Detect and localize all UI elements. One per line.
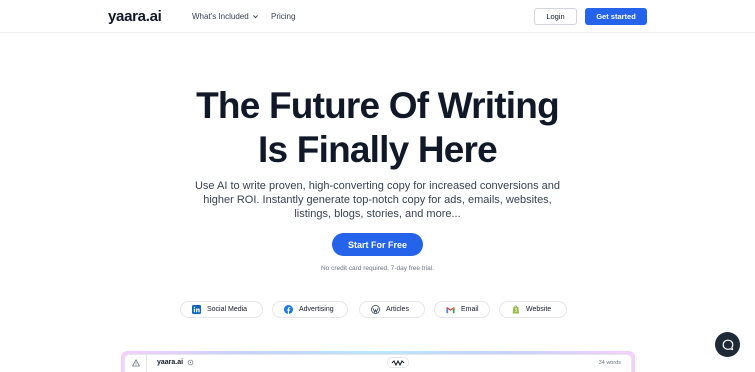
category-articles[interactable]: Articles: [359, 301, 425, 318]
login-button[interactable]: Login: [534, 8, 577, 25]
editor-wave-toggle[interactable]: [387, 357, 409, 368]
hero-title-line1: The Future Of Writing: [196, 85, 560, 126]
nav-whats-included[interactable]: What's Included: [192, 12, 259, 21]
word-count: 34 words: [598, 360, 621, 366]
top-nav-bar: yaara.ai What's Included Pricing Login G…: [0, 0, 755, 33]
chevron-down-icon: [252, 15, 258, 19]
nav-pricing-label: Pricing: [271, 12, 296, 21]
category-advertising[interactable]: Advertising: [272, 301, 348, 318]
hero-title: The Future Of Writing Is Finally Here: [0, 84, 755, 172]
wave-icon: [391, 359, 405, 366]
get-started-button[interactable]: Get started: [585, 8, 647, 25]
linkedin-icon: [192, 305, 201, 314]
gmail-icon: [446, 305, 455, 314]
category-label: Advertising: [299, 306, 334, 313]
hero-title-line2: Is Finally Here: [258, 129, 498, 170]
category-label: Articles: [386, 306, 409, 313]
warning-icon[interactable]: [131, 359, 140, 367]
category-label: Email: [461, 306, 479, 313]
category-website[interactable]: Website: [499, 301, 567, 318]
logo[interactable]: yaara.ai: [108, 8, 162, 25]
cta-note: No credit card required. 7-day free tria…: [320, 265, 435, 272]
category-label: Website: [526, 306, 552, 313]
facebook-icon: [284, 305, 293, 314]
hero-subtitle: Use AI to write proven, high-converting …: [194, 180, 561, 220]
nav-pricing[interactable]: Pricing: [271, 12, 295, 21]
category-email[interactable]: Email: [434, 301, 490, 318]
editor-logo: yaara.ai: [157, 359, 184, 366]
sparkle-icon[interactable]: [187, 359, 194, 366]
category-label: Social Media: [207, 306, 248, 313]
chat-bubble-icon: [722, 339, 733, 350]
editor-preview: yaara.ai 34 words: [124, 354, 632, 372]
wordpress-icon: [371, 305, 380, 314]
nav-whats-included-label: What's Included: [192, 12, 249, 21]
start-for-free-button[interactable]: Start For Free: [332, 233, 423, 256]
shopify-icon: [511, 305, 520, 314]
editor-sidebar: [125, 355, 147, 372]
category-social-media[interactable]: Social Media: [180, 301, 263, 318]
chat-launcher-button[interactable]: [715, 332, 740, 357]
